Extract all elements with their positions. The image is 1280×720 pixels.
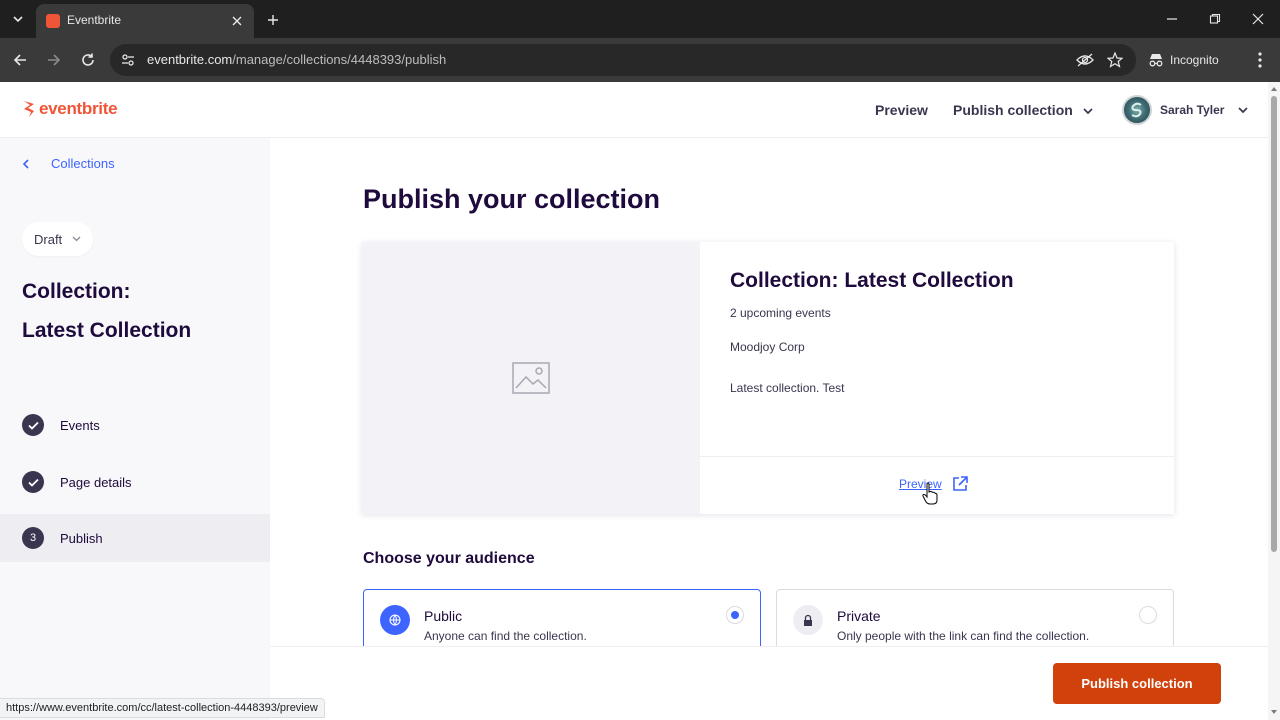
url-text[interactable]: eventbrite.com/manage/collections/444839… bbox=[147, 52, 446, 67]
step-publish[interactable]: 3 Publish bbox=[0, 514, 270, 562]
step-page-details[interactable]: Page details bbox=[0, 458, 270, 506]
chevron-down-icon bbox=[72, 236, 81, 242]
external-link-icon[interactable] bbox=[952, 476, 968, 492]
back-link-label: Collections bbox=[51, 156, 115, 171]
step-label: Publish bbox=[60, 530, 103, 546]
radio-selected-dot bbox=[731, 611, 739, 619]
audience-description: Only people with the link can find the c… bbox=[837, 629, 1090, 643]
logo-text: eventbrite bbox=[39, 99, 118, 118]
footer-action-bar: Publish collection bbox=[270, 646, 1268, 720]
collection-description: Latest collection. Test bbox=[730, 381, 845, 395]
close-window-icon[interactable] bbox=[1244, 8, 1272, 30]
browser-tab-bar: Eventbrite bbox=[0, 0, 1280, 38]
forward-arrow-icon[interactable] bbox=[41, 47, 67, 73]
reload-icon[interactable] bbox=[75, 47, 101, 73]
eventbrite-logo-icon bbox=[24, 101, 34, 117]
restore-icon[interactable] bbox=[1201, 8, 1229, 30]
chevron-down-icon bbox=[1238, 106, 1249, 113]
public-radio[interactable] bbox=[726, 606, 744, 624]
tab-search-chevron-icon[interactable] bbox=[6, 7, 30, 31]
url-path: /manage/collections/4448393/publish bbox=[232, 52, 447, 67]
scroll-thumb[interactable] bbox=[1271, 96, 1277, 552]
eventbrite-logo[interactable]: eventbrite bbox=[22, 99, 118, 119]
chevron-left-icon bbox=[22, 158, 29, 169]
card-title: Collection: Latest Collection bbox=[730, 269, 1014, 292]
eye-off-icon[interactable] bbox=[1075, 50, 1095, 70]
header-preview-link[interactable]: Preview bbox=[875, 102, 928, 118]
upcoming-events-count: 2 upcoming events bbox=[730, 306, 831, 320]
minimize-icon[interactable] bbox=[1158, 8, 1186, 30]
check-icon bbox=[22, 471, 44, 493]
back-to-collections-link[interactable]: Collections bbox=[22, 156, 115, 171]
collection-title-line2: Latest Collection bbox=[22, 319, 192, 342]
organizer-name: Moodjoy Corp bbox=[730, 340, 805, 354]
url-host: eventbrite.com bbox=[147, 52, 233, 67]
step-label: Events bbox=[60, 417, 100, 433]
new-tab-plus-icon[interactable] bbox=[262, 9, 284, 31]
incognito-indicator[interactable]: Incognito bbox=[1148, 46, 1219, 74]
audience-title: Private bbox=[837, 608, 881, 624]
audience-section-title: Choose your audience bbox=[363, 550, 535, 567]
status-dropdown[interactable]: Draft bbox=[22, 222, 94, 256]
incognito-icon bbox=[1149, 54, 1163, 67]
chevron-down-icon bbox=[1083, 108, 1093, 114]
step-events[interactable]: Events bbox=[0, 401, 270, 449]
user-name: Sarah Tyler bbox=[1160, 103, 1225, 117]
address-bar[interactable]: eventbrite.com/manage/collections/444839… bbox=[110, 44, 1136, 76]
image-placeholder-icon bbox=[512, 362, 550, 394]
collection-title: Collection: Latest Collection bbox=[22, 272, 252, 350]
image-placeholder bbox=[362, 242, 700, 514]
bookmark-star-icon[interactable] bbox=[1105, 50, 1125, 70]
incognito-label: Incognito bbox=[1170, 53, 1219, 67]
private-radio[interactable] bbox=[1139, 606, 1157, 624]
eventbrite-favicon-icon bbox=[46, 14, 60, 28]
browser-toolbar: eventbrite.com/manage/collections/444839… bbox=[0, 38, 1280, 82]
avatar bbox=[1122, 95, 1152, 125]
collection-title-line1: Collection: bbox=[22, 280, 131, 303]
user-menu[interactable]: Sarah Tyler bbox=[1122, 94, 1249, 126]
site-info-icon[interactable] bbox=[118, 50, 138, 70]
audience-title: Public bbox=[424, 608, 463, 624]
close-tab-icon[interactable] bbox=[228, 12, 246, 30]
publish-collection-menu[interactable]: Publish collection bbox=[953, 102, 1093, 118]
globe-icon bbox=[380, 605, 410, 635]
collection-preview-card: Collection: Latest Collection 2 upcoming… bbox=[362, 242, 1174, 514]
publish-collection-button[interactable]: Publish collection bbox=[1053, 663, 1221, 704]
browser-tab[interactable]: Eventbrite bbox=[36, 4, 254, 38]
audience-description: Anyone can find the collection. bbox=[424, 629, 587, 643]
page-title: Publish your collection bbox=[363, 184, 661, 214]
step-label: Page details bbox=[60, 474, 132, 490]
page-header: eventbrite Preview Publish collection Sa… bbox=[0, 82, 1268, 138]
status-label: Draft bbox=[34, 231, 63, 247]
tab-title: Eventbrite bbox=[67, 13, 122, 27]
lock-icon bbox=[793, 605, 823, 635]
publish-collection-menu-label: Publish collection bbox=[953, 102, 1073, 118]
page-scrollbar[interactable] bbox=[1268, 82, 1280, 720]
card-divider bbox=[700, 456, 1174, 457]
link-status-bar: https://www.eventbrite.com/cc/latest-col… bbox=[0, 698, 325, 718]
sidebar: Collections Draft Collection: Latest Col… bbox=[0, 138, 270, 720]
step-number-badge: 3 bbox=[22, 527, 44, 549]
scroll-up-arrow-icon[interactable] bbox=[1270, 85, 1278, 93]
back-arrow-icon[interactable] bbox=[7, 47, 33, 73]
hand-cursor-icon bbox=[922, 482, 938, 505]
scroll-down-arrow-icon[interactable] bbox=[1270, 708, 1278, 716]
check-icon bbox=[22, 414, 44, 436]
browser-menu-icon[interactable] bbox=[1250, 48, 1270, 72]
